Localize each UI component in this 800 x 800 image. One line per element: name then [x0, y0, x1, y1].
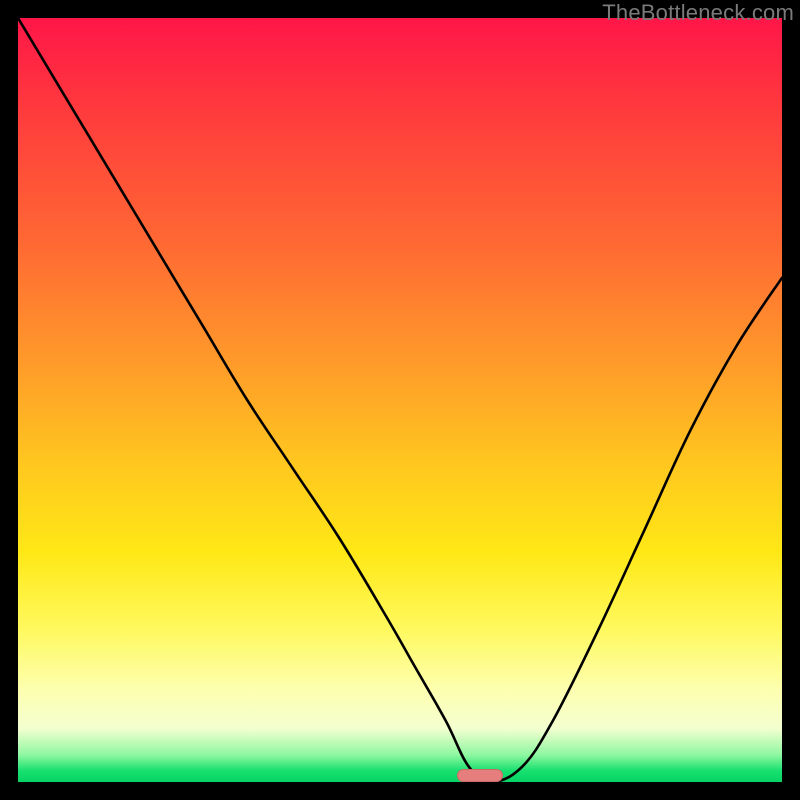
- optimal-range-marker: [457, 769, 503, 782]
- watermark-text: TheBottleneck.com: [602, 0, 794, 26]
- chart-frame: TheBottleneck.com: [0, 0, 800, 800]
- plot-area: [18, 18, 782, 782]
- bottleneck-curve: [18, 18, 782, 782]
